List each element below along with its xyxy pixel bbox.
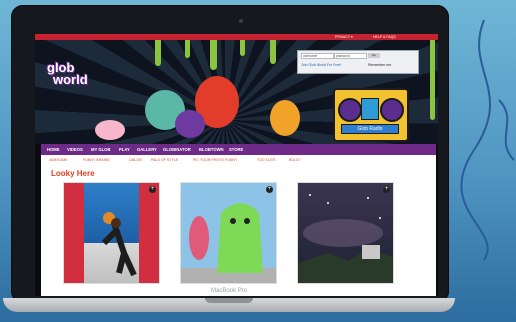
speaker-icon xyxy=(338,98,362,122)
subnav-too-cute[interactable]: TOO CUTE xyxy=(257,155,276,165)
laptop-brand-label: MacBook Pro xyxy=(210,288,247,294)
nav-gallery[interactable]: GALLERY xyxy=(137,144,157,155)
laptop-base xyxy=(3,298,455,312)
speaker-icon xyxy=(380,98,404,122)
add-icon[interactable]: + xyxy=(266,186,273,193)
nav-store[interactable]: STORE xyxy=(229,144,243,155)
nav-blobtown[interactable]: BLOBTOWN xyxy=(199,144,224,155)
monster-character xyxy=(175,110,205,138)
slime-drip xyxy=(240,40,245,56)
slime-drip xyxy=(270,40,276,64)
login-go-button[interactable]: Go xyxy=(368,53,380,58)
background-doodle xyxy=(460,19,515,261)
nav-globinator[interactable]: GLOBINATOR xyxy=(163,144,191,155)
subnav-liblob[interactable]: LIBLOB xyxy=(129,155,142,165)
password-input[interactable]: password xyxy=(334,53,367,59)
logo-line2: world xyxy=(53,72,88,87)
slime-drip xyxy=(155,40,161,66)
monster-character xyxy=(270,100,300,136)
thumbnail-basketball[interactable]: + xyxy=(63,182,160,284)
laptop-screen: PRIVACY ▾ HELP & FAQS glob world usernam… xyxy=(35,34,438,296)
cupcake-decoration xyxy=(95,120,125,140)
subnav-pals-of-style[interactable]: PALS OF STYLE xyxy=(151,155,178,165)
add-icon[interactable]: + xyxy=(383,186,390,193)
night-sky-image xyxy=(298,194,393,283)
radio-boombox[interactable]: Glob Radio xyxy=(333,88,409,142)
subnav-funny-brains[interactable]: FUNNY BRAINS xyxy=(83,155,110,165)
thumbnail-night-sky[interactable]: + xyxy=(297,182,394,284)
glob-radio-button[interactable]: Glob Radio xyxy=(341,124,399,134)
nav-play[interactable]: PLAY xyxy=(119,144,130,155)
subnav-awesome[interactable]: AWESOME xyxy=(49,155,68,165)
glob-world-logo[interactable]: glob world xyxy=(47,61,111,98)
join-link[interactable]: Join Glob World For Free! xyxy=(301,63,341,67)
login-box: username password Go Join Glob World For… xyxy=(297,50,419,74)
slime-drip xyxy=(185,40,190,58)
add-icon[interactable]: + xyxy=(149,186,156,193)
slime-drip xyxy=(210,40,217,70)
sub-nav: AWESOME FUNNY BRAINS LIBLOB PALS OF STYL… xyxy=(41,155,436,165)
laptop-lid: PRIVACY ▾ HELP & FAQS glob world usernam… xyxy=(11,5,449,303)
radio-display xyxy=(361,98,379,120)
slime-drip xyxy=(430,40,435,120)
basketball-player-image xyxy=(64,183,159,283)
subnav-pic-your-photo[interactable]: PIC YOUR PHOTO FUNNY xyxy=(193,155,237,165)
subnav-bold[interactable]: BOLD! xyxy=(289,155,300,165)
username-input[interactable]: username xyxy=(301,53,334,59)
laptop-notch xyxy=(205,298,253,303)
section-heading: Looky Here xyxy=(51,169,95,178)
green-creature-image xyxy=(181,203,276,283)
remember-checkbox-label[interactable]: Remember me xyxy=(368,63,391,67)
main-nav: HOME VIDEOS MY GLOB PLAY GALLERY GLOBINA… xyxy=(41,144,436,155)
nav-my-glob[interactable]: MY GLOB xyxy=(91,144,110,155)
nav-home[interactable]: HOME xyxy=(47,144,60,155)
camera-icon xyxy=(239,19,243,23)
hero-banner: glob world username password Go Join Glo… xyxy=(35,40,438,144)
nav-videos[interactable]: VIDEOS xyxy=(67,144,83,155)
content-area: Looky Here + + + xyxy=(41,165,436,296)
thumbnail-green-creature[interactable]: + xyxy=(180,182,277,284)
